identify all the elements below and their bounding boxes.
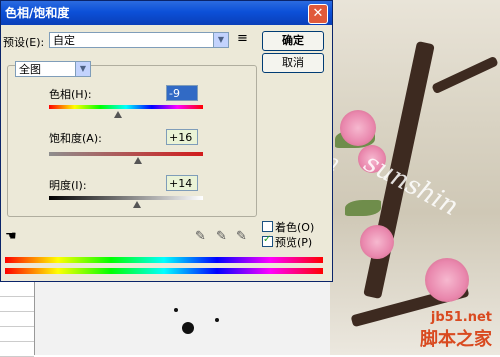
eyedropper-minus-icon[interactable]: ✎ <box>236 229 247 244</box>
preset-label: 预设(E): <box>3 36 45 49</box>
hue-saturation-dialog: 色相/饱和度 ✕ 预设(E): 自定 ▼ ≡ 确定 取消 全图 ▼ 色相(H):… <box>0 0 333 282</box>
dialog-title: 色相/饱和度 <box>5 6 70 20</box>
saturation-input[interactable]: +16 <box>166 129 198 145</box>
close-icon: ✕ <box>312 6 324 21</box>
adjustment-group <box>7 65 257 217</box>
colorize-label: 着色(O) <box>275 221 315 234</box>
site-url: jb51.net <box>430 310 492 325</box>
preview-checkbox[interactable] <box>262 234 273 247</box>
lightness-input[interactable]: +14 <box>166 175 198 191</box>
lightness-slider-track[interactable] <box>49 196 203 200</box>
colorize-checkbox[interactable] <box>262 221 273 232</box>
dialog-titlebar[interactable]: 色相/饱和度 ✕ <box>1 1 332 25</box>
channel-value: 全图 <box>19 63 41 76</box>
workspace-background <box>0 280 330 355</box>
leaf <box>345 200 381 216</box>
preset-dropdown[interactable]: 自定 ▼ <box>49 32 229 48</box>
tree-branch <box>431 55 499 95</box>
site-logo: jb51.net 脚本之家 <box>420 310 492 351</box>
cancel-button[interactable]: 取消 <box>262 53 324 73</box>
flower <box>425 258 469 302</box>
eyedropper-plus-icon[interactable]: ✎ <box>216 229 227 244</box>
eyedropper-icon[interactable]: ✎ <box>195 229 206 244</box>
layers-panel-fragment <box>0 282 35 357</box>
background-photo: sunshin n jb51.net 脚本之家 <box>330 0 500 355</box>
channel-dropdown[interactable]: 全图 ▼ <box>15 61 91 77</box>
flower <box>360 225 394 259</box>
saturation-slider-track[interactable] <box>49 152 203 156</box>
output-spectrum-bar <box>5 268 323 274</box>
ok-button[interactable]: 确定 <box>262 31 324 51</box>
preset-options-icon[interactable]: ≡ <box>237 31 248 46</box>
hue-slider-track[interactable] <box>49 105 203 109</box>
ink-splash <box>215 318 219 322</box>
lightness-label: 明度(I): <box>49 179 87 192</box>
hue-slider-thumb[interactable] <box>114 111 123 118</box>
flower <box>340 110 376 146</box>
saturation-label: 饱和度(A): <box>49 132 102 145</box>
ink-splash <box>182 322 194 334</box>
lightness-slider-thumb[interactable] <box>132 201 141 208</box>
close-button[interactable]: ✕ <box>308 4 328 24</box>
preset-value: 自定 <box>53 34 75 47</box>
input-spectrum-bar <box>5 257 323 263</box>
ink-splash <box>174 308 178 312</box>
preview-label: 预览(P) <box>275 236 313 249</box>
hand-tool-icon[interactable]: ☚ <box>5 229 17 244</box>
hue-input[interactable]: -9 <box>166 85 198 101</box>
chevron-down-icon: ▼ <box>213 33 228 47</box>
chevron-down-icon: ▼ <box>75 62 90 76</box>
site-name: 脚本之家 <box>420 329 492 350</box>
saturation-slider-thumb[interactable] <box>134 157 143 164</box>
hue-label: 色相(H): <box>49 88 92 101</box>
